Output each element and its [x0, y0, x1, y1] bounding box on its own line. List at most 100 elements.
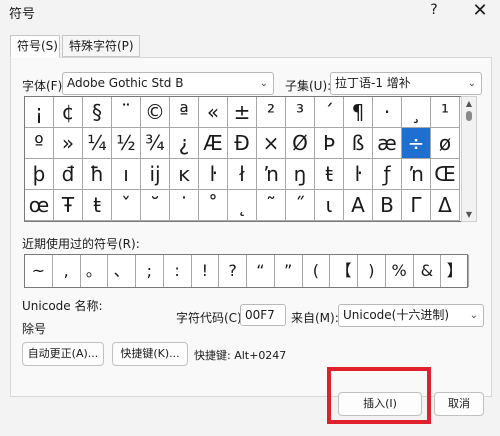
symbol-cell[interactable]: ƒ — [373, 159, 402, 190]
symbol-cell[interactable]: ĳ — [141, 159, 170, 190]
recent-symbol-cell[interactable]: ( — [303, 255, 331, 287]
subset-label: 子集(U): — [285, 79, 332, 93]
chevron-down-icon: ⌄ — [259, 78, 268, 89]
symbol-cell[interactable]: Þ — [315, 128, 344, 159]
symbol-cell[interactable]: œ — [25, 190, 54, 221]
close-button[interactable]: ✕ — [469, 0, 491, 22]
symbol-cell[interactable]: ¿ — [170, 128, 199, 159]
font-label: 字体(F): — [22, 79, 67, 93]
symbol-cell[interactable]: ¡ — [25, 97, 54, 128]
symbol-cell[interactable]: Œ — [431, 159, 460, 190]
shortcut-key-button[interactable]: 快捷键(K)... — [112, 342, 188, 366]
symbol-cell[interactable]: Γ — [402, 190, 431, 221]
symbol-cell[interactable]: ß — [344, 128, 373, 159]
symbol-cell[interactable]: © — [141, 97, 170, 128]
symbol-cell[interactable]: ŋ — [286, 159, 315, 190]
recent-symbol-cell[interactable]: 】 — [441, 255, 469, 287]
font-dropdown[interactable]: Adobe Gothic Std B ⌄ — [62, 72, 274, 95]
recent-symbol-cell[interactable]: ” — [275, 255, 303, 287]
tab-special-characters[interactable]: 特殊字符(P) — [62, 35, 140, 57]
recent-symbol-cell[interactable]: “ — [247, 255, 275, 287]
char-code-label: 字符代码(C): — [176, 311, 246, 325]
recent-symbol-cell[interactable]: & — [414, 255, 442, 287]
recent-symbol-cell[interactable]: 、 — [108, 255, 136, 287]
symbol-cell[interactable]: « — [199, 97, 228, 128]
symbol-grid-scrollbar[interactable]: ▲ ▼ — [461, 96, 477, 222]
symbol-cell[interactable]: Ð — [228, 128, 257, 159]
symbol-cell[interactable]: Α — [344, 190, 373, 221]
symbol-cell[interactable]: ¹ — [431, 97, 460, 128]
chevron-down-icon: ⌄ — [467, 78, 476, 89]
symbol-cell[interactable]: × — [257, 128, 286, 159]
symbol-cell[interactable]: ± — [228, 97, 257, 128]
symbol-cell[interactable]: ´ — [315, 97, 344, 128]
cancel-button[interactable]: 取消 — [434, 392, 484, 416]
scroll-down-icon[interactable]: ▼ — [462, 210, 476, 219]
symbol-cell[interactable]: ˙ — [170, 190, 199, 221]
symbol-cell[interactable]: ¸ — [402, 97, 431, 128]
recent-symbol-cell[interactable]: ! — [192, 255, 220, 287]
symbol-cell[interactable]: ¢ — [54, 97, 83, 128]
symbol-cell[interactable]: Ŧ — [54, 190, 83, 221]
symbol-cell[interactable]: ŀ — [344, 159, 373, 190]
symbol-cell[interactable]: ² — [257, 97, 286, 128]
symbol-cell[interactable]: · — [373, 97, 402, 128]
symbol-cell[interactable]: ÷ — [402, 128, 431, 159]
help-button[interactable]: ? — [425, 2, 443, 22]
recent-symbol-cell[interactable]: ? — [219, 255, 247, 287]
symbol-cell[interactable]: ŧ — [315, 159, 344, 190]
symbol-cell[interactable]: ł — [228, 159, 257, 190]
symbol-cell[interactable]: ŀ — [199, 159, 228, 190]
symbol-cell[interactable]: º — [25, 128, 54, 159]
recent-symbol-cell[interactable]: , — [53, 255, 81, 287]
symbol-cell[interactable]: ˜ — [257, 190, 286, 221]
symbol-cell[interactable]: æ — [373, 128, 402, 159]
symbol-cell[interactable]: ¶ — [344, 97, 373, 128]
recent-symbol-cell[interactable]: % — [386, 255, 414, 287]
symbol-cell[interactable]: ι — [315, 190, 344, 221]
char-code-input[interactable]: 00F7 — [240, 304, 286, 326]
symbol-cell[interactable]: ħ — [83, 159, 112, 190]
symbol-cell[interactable]: ı — [112, 159, 141, 190]
symbol-cell[interactable]: Æ — [199, 128, 228, 159]
symbol-cell[interactable]: » — [54, 128, 83, 159]
recent-symbol-cell[interactable]: 【 — [330, 255, 358, 287]
scroll-thumb[interactable] — [466, 111, 472, 121]
symbol-cell[interactable]: ˚ — [199, 190, 228, 221]
unicode-name-label: Unicode 名称: — [22, 299, 103, 313]
symbol-cell[interactable]: ½ — [112, 128, 141, 159]
symbol-cell[interactable]: ø — [431, 128, 460, 159]
tab-symbols[interactable]: 符号(S) — [10, 35, 60, 58]
recent-symbol-cell[interactable]: ; — [136, 255, 164, 287]
insert-highlight-box — [327, 367, 431, 424]
recent-symbol-cell[interactable]: ) — [358, 255, 386, 287]
scroll-up-icon[interactable]: ▲ — [462, 99, 476, 108]
symbol-cell[interactable]: đ — [54, 159, 83, 190]
symbol-cell[interactable]: ĸ — [170, 159, 199, 190]
subset-dropdown[interactable]: 拉丁语-1 增补 ⌄ — [330, 72, 482, 95]
symbol-grid[interactable]: ¡ ¢ § ¨ © ª «± ² ³ ´ ¶ · ¸ ¹ º» ¼ ½ ¾ ¿ Æ Ð × Ø Þß æ ÷ ø þ đ ħ ı ĳ ĸ ŀ ł ŉ ŋ… — [24, 96, 468, 222]
symbol-cell[interactable]: ˘ — [141, 190, 170, 221]
symbol-cell[interactable]: Δ — [431, 190, 460, 221]
title-bar: 符号 ? ✕ — [0, 0, 500, 30]
recent-symbol-cell[interactable]: : — [164, 255, 192, 287]
symbol-cell[interactable]: ¼ — [83, 128, 112, 159]
symbol-cell[interactable]: Β — [373, 190, 402, 221]
symbol-cell[interactable]: ¨ — [112, 97, 141, 128]
symbol-cell[interactable]: Ø — [286, 128, 315, 159]
symbol-cell[interactable]: þ — [25, 159, 54, 190]
symbol-cell[interactable]: ŉ — [402, 159, 431, 190]
symbol-cell[interactable]: ³ — [286, 97, 315, 128]
symbol-cell[interactable]: ¾ — [141, 128, 170, 159]
from-dropdown[interactable]: Unicode(十六进制) ⌄ — [338, 304, 484, 327]
symbol-cell[interactable]: ª — [170, 97, 199, 128]
symbol-cell[interactable]: ˝ — [286, 190, 315, 221]
symbol-cell[interactable]: § — [83, 97, 112, 128]
symbol-cell[interactable]: ˛ — [228, 190, 257, 221]
symbol-cell[interactable]: ˇ — [112, 190, 141, 221]
symbol-cell[interactable]: ŉ — [257, 159, 286, 190]
symbol-cell[interactable]: ŧ — [83, 190, 112, 221]
autocorrect-button[interactable]: 自动更正(A)... — [22, 342, 104, 366]
recent-symbol-cell[interactable]: ~ — [25, 255, 53, 287]
recent-symbol-cell[interactable]: 。 — [81, 255, 109, 287]
